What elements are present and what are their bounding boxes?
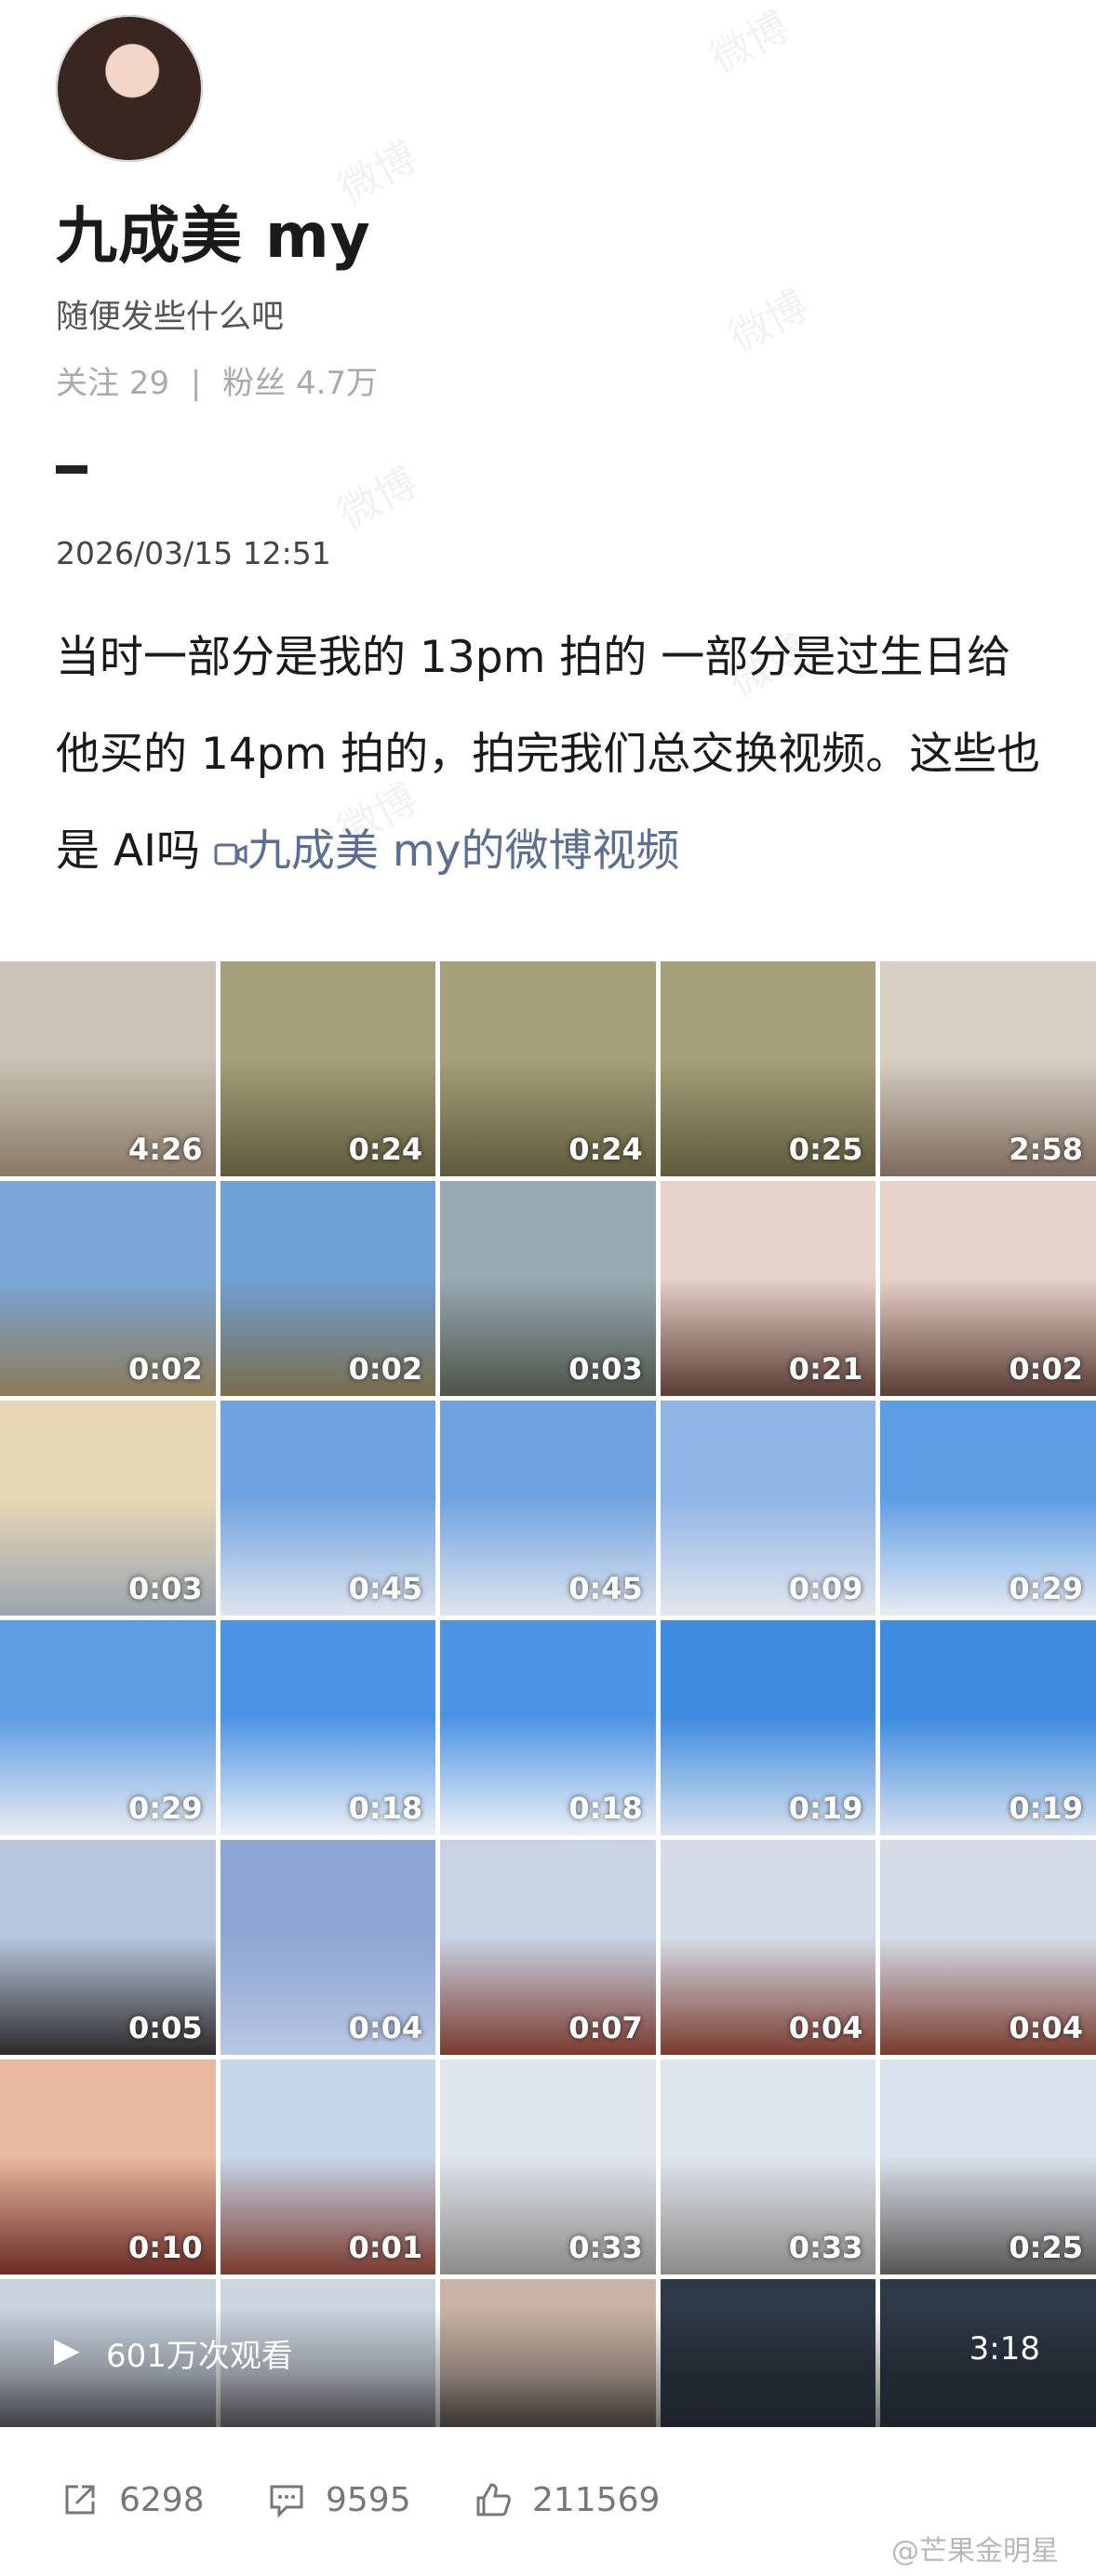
video-duration: 0:45: [348, 1571, 423, 1606]
video-duration: 0:24: [568, 1132, 643, 1167]
video-duration: 0:04: [1009, 2010, 1083, 2046]
like-button[interactable]: 211569: [473, 2479, 660, 2520]
section-divider: [56, 465, 87, 474]
video-duration: 0:03: [568, 1351, 643, 1387]
video-duration: 0:04: [788, 2010, 863, 2046]
view-count: 601万次观看: [106, 2338, 293, 2375]
comment-count: 9595: [326, 2480, 411, 2519]
post-text: 当时一部分是我的 13pm 拍的 一部分是过生日给他买的 14pm 拍的，拍完我…: [56, 610, 1042, 900]
watermark: 微博: [702, 2, 797, 84]
thumbs-up-icon: [476, 2483, 511, 2516]
video-thumbnail[interactable]: 0:03: [0, 1401, 216, 1616]
watermark: 微博: [721, 281, 816, 363]
video-duration: 0:02: [1009, 1351, 1083, 1387]
share-count: 6298: [119, 2480, 205, 2519]
video-thumbnail[interactable]: 0:45: [440, 1401, 656, 1616]
video-thumbnail[interactable]: 0:18: [220, 1620, 436, 1835]
comment-button[interactable]: 9595: [266, 2479, 411, 2520]
video-duration: 0:29: [128, 1791, 203, 1826]
video-thumbnail[interactable]: 0:10: [0, 2059, 216, 2274]
video-thumbnail[interactable]: 0:24: [220, 961, 436, 1176]
video-icon: [214, 843, 247, 865]
video-total-duration: 3:18: [969, 2330, 1040, 2368]
video-thumbnail[interactable]: 0:19: [660, 1620, 876, 1835]
video-duration: 0:02: [128, 1351, 203, 1387]
video-duration: 0:21: [788, 1351, 863, 1387]
profile-name[interactable]: 九成美 my: [56, 186, 371, 275]
video-link-label: 九成美 my的微博视频: [247, 825, 680, 877]
video-thumbnail[interactable]: 0:18: [440, 1620, 656, 1835]
video-thumbnail[interactable]: 0:33: [660, 2059, 876, 2274]
video-duration: 0:29: [1009, 1571, 1083, 1606]
video-thumbnail[interactable]: 0:03: [440, 1181, 656, 1396]
video-thumbnail[interactable]: 0:19: [880, 1620, 1096, 1835]
video-duration: 0:33: [568, 2230, 643, 2265]
video-thumbnail[interactable]: 0:25: [880, 2059, 1096, 2274]
video-thumbnail[interactable]: 0:21: [660, 1181, 876, 1396]
video-duration: 0:24: [348, 1132, 423, 1167]
comment-icon: [270, 2485, 303, 2518]
video-duration: 0:19: [1009, 1791, 1083, 1826]
video-thumbnail[interactable]: 0:02: [880, 1181, 1096, 1396]
video-duration: 0:03: [128, 1571, 203, 1606]
profile-bio: 随便发些什么吧: [56, 299, 285, 336]
like-count: 211569: [532, 2480, 661, 2519]
profile-stats: 关注 29 | 粉丝 4.7万: [56, 357, 389, 403]
video-thumbnail[interactable]: 0:33: [440, 2059, 656, 2274]
following-count[interactable]: 关注 29: [56, 365, 169, 402]
avatar[interactable]: [56, 15, 203, 162]
video-duration: 0:01: [348, 2230, 423, 2265]
video-thumbnail[interactable]: 0:09: [660, 1401, 876, 1616]
video-duration: 0:19: [788, 1791, 863, 1826]
video-duration: 0:33: [788, 2230, 863, 2265]
video-thumbnail[interactable]: 0:29: [0, 1620, 216, 1835]
play-icon[interactable]: ▶: [54, 2331, 80, 2369]
video-thumbnail[interactable]: 0:29: [880, 1401, 1096, 1616]
video-duration: 0:18: [348, 1791, 423, 1826]
video-thumbnail[interactable]: 0:04: [220, 1840, 436, 2055]
video-link[interactable]: 九成美 my的微博视频: [214, 825, 680, 877]
video-thumbnail[interactable]: 0:02: [220, 1181, 436, 1396]
video-thumbnail[interactable]: 0:05: [0, 1840, 216, 2055]
video-grid-cells: 4:26 0:24 0:24 0:25 2:58 0:02 0:02 0:03 0:21 0:02…: [0, 961, 1096, 2427]
video-duration: 0:09: [788, 1571, 863, 1606]
video-thumbnail[interactable]: 0:45: [220, 1401, 436, 1616]
video-duration: 0:18: [568, 1791, 643, 1826]
share-icon: [65, 2485, 95, 2515]
video-duration: 0:02: [348, 1351, 423, 1387]
video-thumbnail[interactable]: 0:01: [220, 2059, 436, 2274]
video-duration: 0:10: [128, 2230, 203, 2265]
video-thumbnail[interactable]: 0:02: [0, 1181, 216, 1396]
video-thumbnail[interactable]: 0:04: [660, 1840, 876, 2055]
video-duration: 0:45: [568, 1571, 643, 1606]
video-duration: 2:58: [1009, 1132, 1083, 1167]
video-duration: 0:25: [1009, 2230, 1083, 2265]
source-watermark: @芒果金明星: [891, 2535, 1059, 2568]
video-duration: 4:26: [128, 1132, 203, 1167]
share-button[interactable]: 6298: [60, 2479, 205, 2520]
watermark: 微博: [330, 458, 425, 540]
video-duration: 0:05: [128, 2010, 203, 2046]
video-thumbnail[interactable]: 0:04: [880, 1840, 1096, 2055]
video-duration: 0:07: [568, 2010, 643, 2046]
video-thumbnail[interactable]: 0:07: [440, 1840, 656, 2055]
stats-separator: |: [190, 365, 202, 402]
post-date: 2026/03/15 12:51: [56, 535, 331, 571]
video-duration: 0:25: [788, 1132, 863, 1167]
video-thumbnail[interactable]: 4:26: [0, 961, 216, 1176]
video-grid[interactable]: 4:26 0:24 0:24 0:25 2:58 0:02 0:02 0:03 0:21 0:02…: [0, 961, 1096, 2427]
followers-count[interactable]: 粉丝 4.7万: [222, 365, 378, 402]
video-duration: 0:04: [348, 2010, 423, 2046]
video-thumbnail[interactable]: 0:25: [660, 961, 876, 1176]
video-thumbnail[interactable]: 0:24: [440, 961, 656, 1176]
video-thumbnail[interactable]: 2:58: [880, 961, 1096, 1176]
